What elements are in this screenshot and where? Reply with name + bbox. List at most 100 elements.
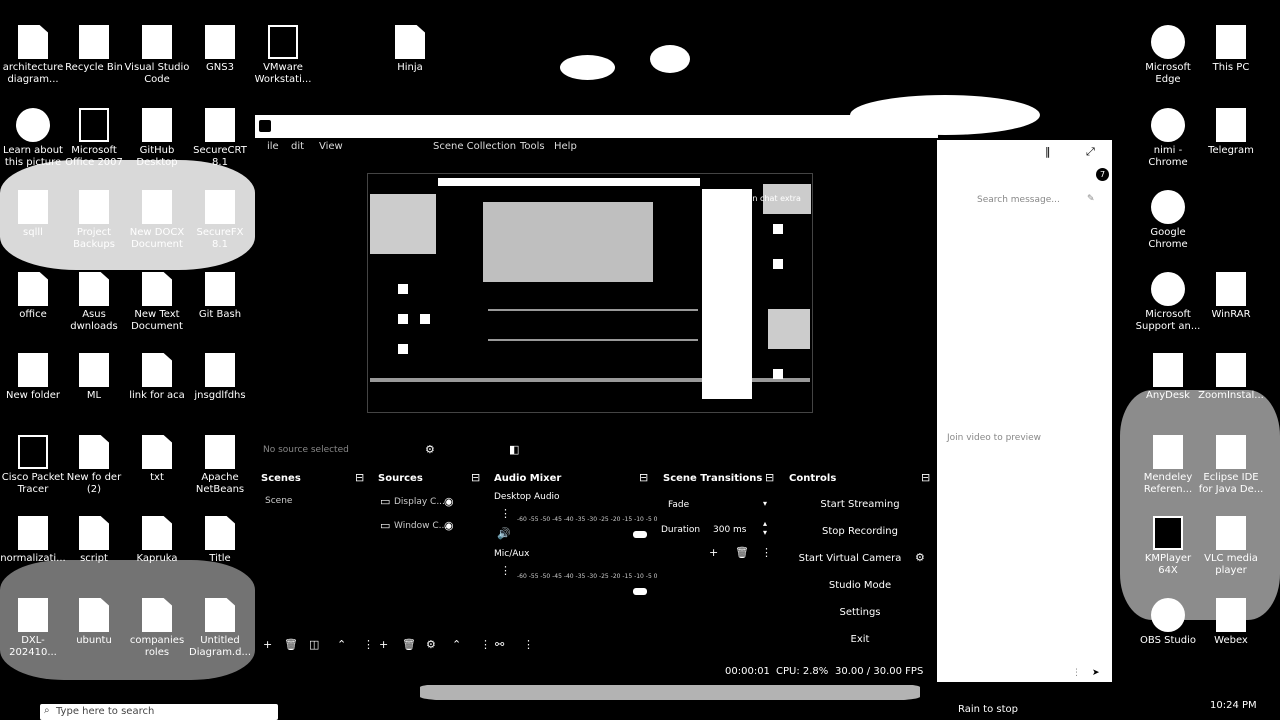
menu-scene-collection[interactable]: Scene Collection: [433, 141, 516, 152]
stepper-icon[interactable]: ▴ ▾: [763, 519, 767, 537]
kebab-icon[interactable]: ⋮: [761, 547, 772, 559]
desktop-icon[interactable]: sqlll: [0, 190, 66, 239]
desktop-icon[interactable]: OBS Studio: [1135, 598, 1201, 647]
desktop-icon[interactable]: office: [0, 272, 66, 321]
undock-icon[interactable]: ⊟: [765, 472, 774, 484]
desktop-icon[interactable]: Asus dwnloads: [61, 272, 127, 333]
start-virtual-camera-button[interactable]: Start Virtual Camera: [785, 553, 915, 564]
start-streaming-button[interactable]: Start Streaming: [795, 499, 925, 510]
desktop-icon[interactable]: Kapruka: [124, 516, 190, 565]
desktop-icon[interactable]: Project Backups: [61, 190, 127, 251]
desktop-icon[interactable]: txt: [124, 435, 190, 484]
desktop-icon[interactable]: ML: [61, 353, 127, 402]
taskbar-search-input[interactable]: ⌕ Type here to search: [40, 704, 278, 720]
desktop-icon[interactable]: New Text Document: [124, 272, 190, 333]
desktop-icon[interactable]: Cisco Packet Tracer: [0, 435, 66, 496]
studio-mode-button[interactable]: Studio Mode: [795, 580, 925, 591]
expand-icon[interactable]: ⤢: [1086, 146, 1095, 158]
filter-icon[interactable]: ◫: [309, 639, 319, 651]
desktop-icon[interactable]: SecureFX 8.1: [187, 190, 253, 251]
kebab-icon[interactable]: ⋮: [480, 639, 491, 651]
desktop-icon[interactable]: New folder: [0, 353, 66, 402]
menu-view[interactable]: View: [319, 141, 343, 152]
obs-title-bar[interactable]: [255, 115, 938, 138]
gear-icon[interactable]: ⚙: [915, 552, 925, 564]
desktop-icon[interactable]: Telegram: [1198, 108, 1264, 157]
send-icon[interactable]: ➤: [1092, 667, 1100, 679]
desktop-icon[interactable]: companies roles: [124, 598, 190, 659]
undock-icon[interactable]: ⊟: [355, 472, 364, 484]
search-message-hint[interactable]: Search message...: [977, 195, 1060, 205]
desktop-icon[interactable]: Google Chrome: [1135, 190, 1201, 251]
eye-icon[interactable]: ◉: [444, 520, 454, 532]
add-source-icon[interactable]: +: [379, 639, 388, 651]
add-scene-icon[interactable]: +: [263, 639, 272, 651]
desktop-icon[interactable]: Eclipse IDE for Java De...: [1198, 435, 1264, 496]
source-item-window[interactable]: Window C...: [394, 521, 447, 531]
undock-icon[interactable]: ⊟: [471, 472, 480, 484]
remove-source-icon[interactable]: 🗑: [402, 639, 416, 651]
kebab-icon[interactable]: ⋮: [500, 565, 511, 577]
desktop-icon[interactable]: New DOCX Document: [124, 190, 190, 251]
weather-widget[interactable]: Rain to stop: [958, 704, 1018, 715]
chevron-up-icon[interactable]: ⌃: [337, 639, 346, 651]
filter-icon[interactable]: ◧: [509, 444, 519, 456]
kebab-icon[interactable]: ⋮: [523, 639, 534, 651]
desktop-icon[interactable]: Hinja: [377, 25, 443, 74]
desktop-icon[interactable]: WinRAR: [1198, 272, 1264, 321]
gear-icon[interactable]: ⚙: [425, 444, 435, 456]
desktop-icon[interactable]: Title: [187, 516, 253, 565]
undock-icon[interactable]: ⊟: [639, 472, 648, 484]
taskbar-clock[interactable]: 10:24 PM: [1210, 700, 1257, 711]
undock-icon[interactable]: ⊟: [921, 472, 930, 484]
desktop-icon[interactable]: Mendeley Referen...: [1135, 435, 1201, 496]
source-item-display[interactable]: Display C...: [394, 497, 445, 507]
kebab-icon[interactable]: ⋮: [363, 639, 374, 651]
desktop-icon[interactable]: normalizati...: [0, 516, 66, 565]
desktop-icon[interactable]: Learn about this picture: [0, 108, 66, 169]
transition-select[interactable]: Fade: [668, 500, 689, 510]
exit-button[interactable]: Exit: [795, 634, 925, 645]
desktop-icon[interactable]: This PC: [1198, 25, 1264, 74]
kebab-icon[interactable]: ⋮: [1072, 667, 1081, 679]
desktop-icon[interactable]: link for aca: [124, 353, 190, 402]
chevron-down-icon[interactable]: ▾: [763, 498, 767, 510]
desktop-icon[interactable]: VLC media player: [1198, 516, 1264, 577]
desktop-icon[interactable]: Microsoft Edge: [1135, 25, 1201, 86]
preview-canvas[interactable]: [367, 173, 813, 413]
speaker-icon[interactable]: 🔊: [497, 528, 511, 540]
desktop-icon[interactable]: DXL-202410...: [0, 598, 66, 659]
desktop-icon[interactable]: script: [61, 516, 127, 565]
desktop-icon[interactable]: AnyDesk: [1135, 353, 1201, 402]
desktop-icon[interactable]: Microsoft Support an...: [1135, 272, 1201, 333]
stop-recording-button[interactable]: Stop Recording: [795, 526, 925, 537]
desktop-icon[interactable]: Recycle Bin: [61, 25, 127, 74]
trash-icon[interactable]: 🗑: [735, 547, 749, 559]
desktop-icon[interactable]: architecture diagram...: [0, 25, 66, 86]
minimize-icon[interactable]: ‖: [1045, 146, 1051, 158]
desktop-icon[interactable]: ubuntu: [61, 598, 127, 647]
menu-tools[interactable]: Tools: [520, 141, 545, 152]
desktop-icon[interactable]: nimi - Chrome: [1135, 108, 1201, 169]
desktop-icon[interactable]: Apache NetBeans: [187, 435, 253, 496]
desktop-icon[interactable]: VMware Workstati...: [250, 25, 316, 86]
menu-file[interactable]: ile: [267, 141, 279, 152]
menu-help[interactable]: Help: [554, 141, 577, 152]
desktop-icon[interactable]: New fo der (2): [61, 435, 127, 496]
pencil-icon[interactable]: ✎: [1087, 193, 1095, 205]
desktop-icon[interactable]: SecureCRT 8.1: [187, 108, 253, 169]
chevron-up-icon[interactable]: ⌃: [452, 639, 461, 651]
desktop-icon[interactable]: Webex: [1198, 598, 1264, 647]
desktop-icon[interactable]: ZoomInstal...: [1198, 353, 1264, 402]
gear-icon[interactable]: ⚙: [426, 639, 436, 651]
desktop-icon[interactable]: Microsoft Office 2007: [61, 108, 127, 169]
scene-item[interactable]: Scene: [265, 496, 292, 506]
kebab-icon[interactable]: ⋮: [500, 508, 511, 520]
desktop-icon[interactable]: KMPlayer 64X: [1135, 516, 1201, 577]
volume-slider-handle[interactable]: [633, 588, 647, 595]
desktop-icon[interactable]: GitHub Desktop: [124, 108, 190, 169]
desktop-icon[interactable]: Untitled Diagram.d...: [187, 598, 253, 659]
desktop-icon[interactable]: Visual Studio Code: [124, 25, 190, 86]
link-icon[interactable]: ⚯: [495, 639, 504, 651]
volume-slider-handle[interactable]: [633, 531, 647, 538]
